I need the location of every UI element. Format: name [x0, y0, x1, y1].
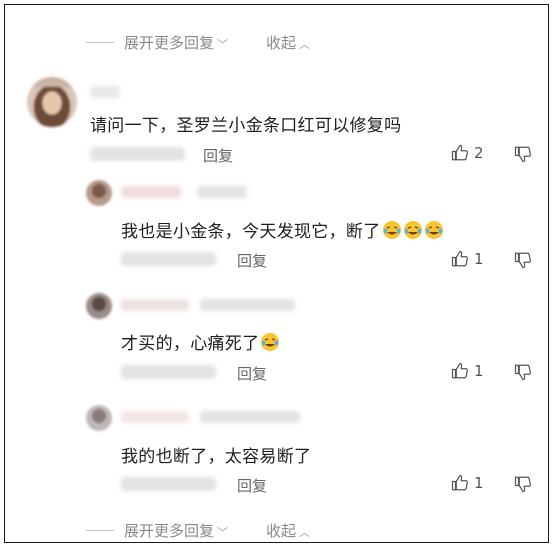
like-button[interactable]: 2 — [451, 144, 484, 162]
dislike-button[interactable] — [514, 251, 532, 269]
thumbs-up-icon — [451, 362, 468, 379]
avatar[interactable] — [86, 293, 112, 319]
comment-text: 我也是小金条，今天发现它，断了 — [121, 217, 444, 242]
reply-to-blurred — [200, 411, 300, 423]
timestamp-blurred — [121, 365, 216, 379]
avatar-image — [86, 293, 112, 319]
thumbs-up-icon — [451, 144, 468, 161]
thumbs-down-icon — [514, 146, 531, 163]
like-button[interactable]: 1 — [451, 474, 484, 492]
comment-text-body: 才买的，心痛死了 — [121, 334, 260, 354]
username-blurred — [121, 299, 189, 311]
thumbs-down-icon — [514, 252, 531, 269]
crying-laughing-emoji-icon — [382, 221, 401, 239]
reply-button[interactable]: 回复 — [237, 250, 267, 271]
like-button[interactable]: 1 — [451, 362, 484, 380]
like-button[interactable]: 1 — [451, 250, 484, 268]
collapse-label: 收起 — [266, 34, 297, 52]
chevron-up-icon: ︿ — [299, 526, 311, 539]
chevron-down-icon: ﹀ — [217, 38, 229, 51]
like-count: 1 — [474, 474, 484, 492]
divider-line — [86, 42, 114, 43]
collapse-button[interactable]: 收起 ︿ — [266, 32, 310, 53]
timestamp-blurred — [121, 477, 216, 491]
comment-text: 我的也断了，太容易断了 — [121, 447, 312, 467]
avatar-image — [86, 180, 112, 206]
expand-more-replies-button[interactable]: 展开更多回复 ﹀ — [124, 32, 228, 53]
reply-to-blurred — [197, 186, 247, 198]
thumbs-down-icon — [514, 364, 531, 381]
dislike-button[interactable] — [514, 363, 532, 381]
comment-text: 请问一下，圣罗兰小金条口红可以修复吗 — [90, 116, 402, 136]
avatar-image — [27, 77, 77, 127]
username-blurred — [90, 86, 120, 98]
divider-line — [86, 530, 114, 531]
expand-more-bar-top: 展开更多回复 ﹀ 收起 ︿ — [86, 32, 310, 53]
comment-text: 才买的，心痛死了 — [121, 329, 280, 354]
expand-label: 展开更多回复 — [124, 34, 215, 52]
username-blurred — [121, 186, 181, 198]
dislike-button[interactable] — [514, 145, 532, 163]
reply-button[interactable]: 回复 — [237, 363, 267, 384]
expand-more-replies-button[interactable]: 展开更多回复 ﹀ — [124, 520, 228, 541]
timestamp-blurred — [121, 252, 216, 266]
dislike-button[interactable] — [514, 475, 532, 493]
chevron-up-icon: ︿ — [299, 38, 311, 51]
reply-button[interactable]: 回复 — [203, 145, 233, 166]
crying-laughing-emoji-icon — [424, 221, 443, 239]
timestamp-blurred — [90, 147, 185, 161]
avatar[interactable] — [27, 77, 77, 127]
avatar[interactable] — [86, 180, 112, 206]
crying-laughing-emoji-icon — [261, 333, 280, 351]
chevron-down-icon: ﹀ — [217, 526, 229, 539]
collapse-button[interactable]: 收起 ︿ — [266, 520, 310, 541]
reply-to-blurred — [200, 299, 295, 311]
thumbs-up-icon — [451, 250, 468, 267]
expand-label: 展开更多回复 — [124, 522, 215, 540]
like-count: 1 — [474, 362, 484, 380]
reply-button[interactable]: 回复 — [237, 475, 267, 496]
avatar[interactable] — [86, 405, 112, 431]
thumbs-up-icon — [451, 474, 468, 491]
expand-more-bar-bottom: 展开更多回复 ﹀ 收起 ︿ — [86, 520, 310, 541]
username-blurred — [121, 411, 189, 423]
like-count: 1 — [474, 250, 484, 268]
avatar-image — [86, 405, 112, 431]
crying-laughing-emoji-icon — [403, 221, 422, 239]
comment-text-body: 我也是小金条，今天发现它，断了 — [121, 222, 381, 242]
collapse-label: 收起 — [266, 522, 297, 540]
like-count: 2 — [474, 144, 484, 162]
thumbs-down-icon — [514, 476, 531, 493]
